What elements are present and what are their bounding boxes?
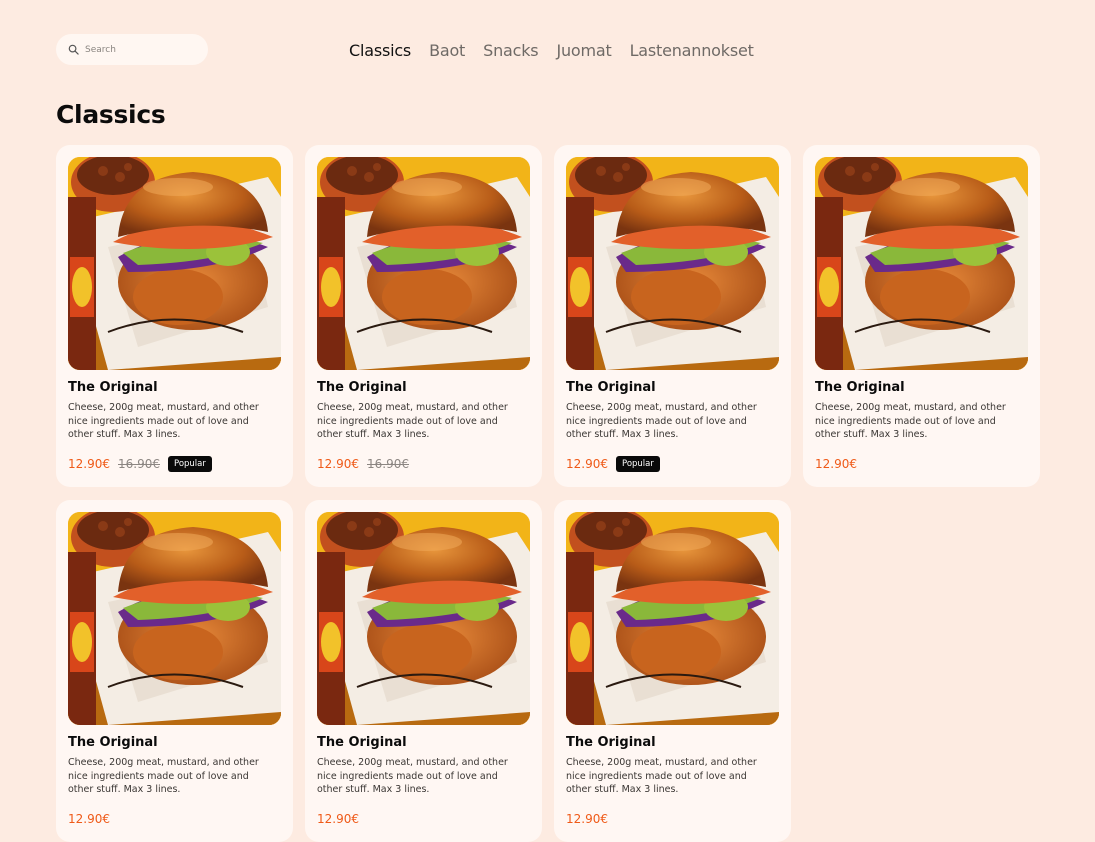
product-description: Cheese, 200g meat, mustard, and other ni… <box>815 402 1006 441</box>
product-price: 12.90€ <box>815 456 857 471</box>
price-row: 12.90€ 16.90€ Popular <box>68 455 212 472</box>
product-name: The Original <box>68 380 158 395</box>
price-row: 12.90€ <box>566 810 608 827</box>
product-card[interactable]: The Original Cheese, 200g meat, mustard, … <box>305 145 542 487</box>
product-description: Cheese, 200g meat, mustard, and other ni… <box>317 757 508 796</box>
product-price: 12.90€ <box>566 811 608 826</box>
product-card[interactable]: The Original Cheese, 200g meat, mustard, … <box>305 500 542 842</box>
product-description: Cheese, 200g meat, mustard, and other ni… <box>68 757 259 796</box>
product-price: 12.90€ <box>566 456 608 471</box>
tab-lastenannokset[interactable]: Lastenannokset <box>630 41 754 60</box>
category-nav: Classics Baot Snacks Juomat Lastenannoks… <box>349 38 754 62</box>
price-row: 12.90€ <box>68 810 110 827</box>
product-price: 12.90€ <box>317 811 359 826</box>
search-box[interactable] <box>56 34 208 65</box>
tab-classics[interactable]: Classics <box>349 41 411 60</box>
product-price: 12.90€ <box>317 456 359 471</box>
search-input[interactable] <box>85 44 195 55</box>
product-image <box>68 157 281 370</box>
tab-juomat[interactable]: Juomat <box>556 41 611 60</box>
product-old-price: 16.90€ <box>118 456 160 471</box>
product-description: Cheese, 200g meat, mustard, and other ni… <box>317 402 508 441</box>
product-grid: The Original Cheese, 200g meat, mustard, … <box>56 145 1040 842</box>
product-image <box>815 157 1028 370</box>
product-description: Cheese, 200g meat, mustard, and other ni… <box>566 402 757 441</box>
product-card[interactable]: The Original Cheese, 200g meat, mustard, … <box>554 145 791 487</box>
product-image <box>68 512 281 725</box>
section-title: Classics <box>56 100 166 129</box>
price-row: 12.90€ <box>317 810 359 827</box>
tab-baot[interactable]: Baot <box>429 41 465 60</box>
product-card[interactable]: The Original Cheese, 200g meat, mustard, … <box>56 145 293 487</box>
price-row: 12.90€ Popular <box>566 455 660 472</box>
product-price: 12.90€ <box>68 456 110 471</box>
product-description: Cheese, 200g meat, mustard, and other ni… <box>68 402 259 441</box>
product-description: Cheese, 200g meat, mustard, and other ni… <box>566 757 757 796</box>
price-row: 12.90€ <box>815 455 857 472</box>
product-old-price: 16.90€ <box>367 456 409 471</box>
product-name: The Original <box>68 735 158 750</box>
popular-badge: Popular <box>616 455 660 472</box>
product-image <box>317 157 530 370</box>
product-name: The Original <box>317 735 407 750</box>
product-card[interactable]: The Original Cheese, 200g meat, mustard, … <box>554 500 791 842</box>
product-image <box>566 512 779 725</box>
product-name: The Original <box>815 380 905 395</box>
product-image <box>317 512 530 725</box>
tab-snacks[interactable]: Snacks <box>483 41 539 60</box>
product-price: 12.90€ <box>68 811 110 826</box>
product-name: The Original <box>566 380 656 395</box>
product-name: The Original <box>317 380 407 395</box>
product-image <box>566 157 779 370</box>
product-name: The Original <box>566 735 656 750</box>
price-row: 12.90€ 16.90€ <box>317 455 409 472</box>
popular-badge: Popular <box>168 455 212 472</box>
top-bar: Classics Baot Snacks Juomat Lastenannoks… <box>0 0 1095 100</box>
product-card[interactable]: The Original Cheese, 200g meat, mustard, … <box>803 145 1040 487</box>
search-icon <box>68 44 79 55</box>
product-card[interactable]: The Original Cheese, 200g meat, mustard, … <box>56 500 293 842</box>
